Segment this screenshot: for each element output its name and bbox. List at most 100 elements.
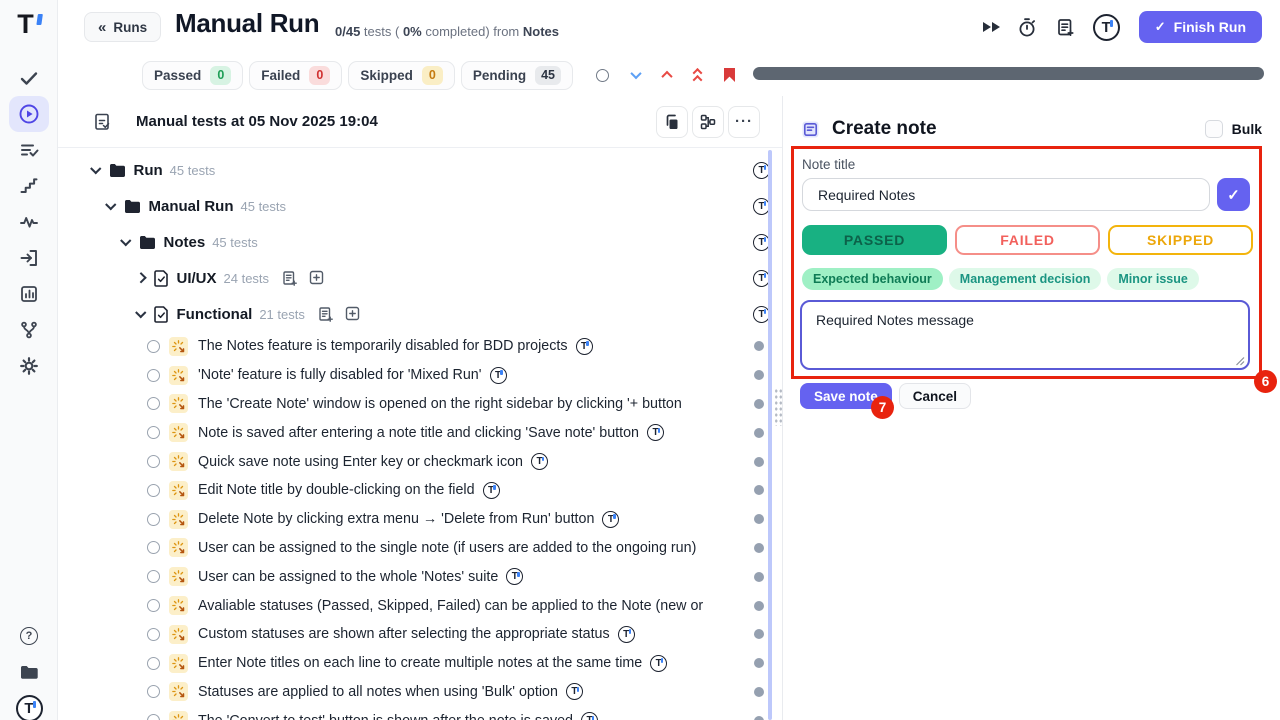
- add-note-icon[interactable]: [318, 306, 334, 323]
- failed-status-button[interactable]: FAILED: [955, 225, 1100, 255]
- testomat-badge-icon[interactable]: T: [483, 482, 500, 499]
- cancel-button[interactable]: Cancel: [899, 383, 971, 409]
- test-row[interactable]: Avaliable statuses (Passed, Skipped, Fai…: [58, 591, 782, 620]
- test-row[interactable]: User can be assigned to the single note …: [58, 534, 782, 563]
- chevron-down-icon[interactable]: [90, 163, 101, 174]
- sidebar-item-branches[interactable]: [9, 312, 49, 348]
- test-status-circle-icon[interactable]: [147, 541, 160, 554]
- test-title[interactable]: Edit Note title by double-clicking on th…: [198, 482, 475, 498]
- more-options-icon[interactable]: ···: [728, 106, 760, 138]
- sidebar-item-steps[interactable]: [9, 168, 49, 204]
- sidebar-item-import[interactable]: [9, 240, 49, 276]
- bulk-toggle[interactable]: Bulk: [1205, 120, 1262, 138]
- double-chevron-up-icon[interactable]: [694, 68, 701, 82]
- tag-management-decision[interactable]: Management decision: [949, 268, 1102, 290]
- test-status-circle-icon[interactable]: [147, 628, 160, 641]
- chevron-right-icon[interactable]: [135, 273, 146, 284]
- add-note-icon[interactable]: [1055, 17, 1076, 38]
- filter-failed-button[interactable]: Failed0: [249, 61, 342, 90]
- circle-status-icon[interactable]: [596, 69, 609, 82]
- test-title[interactable]: Custom statuses are shown after selectin…: [198, 626, 610, 642]
- test-title[interactable]: The 'Create Note' window is opened on th…: [198, 396, 682, 412]
- sidebar-item-runs[interactable]: [9, 96, 49, 132]
- tree-node-label[interactable]: Notes: [164, 234, 206, 251]
- skipped-status-button[interactable]: SKIPPED: [1108, 225, 1253, 255]
- test-row[interactable]: Quick save note using Enter key or check…: [58, 447, 782, 476]
- finish-run-button[interactable]: ✓ Finish Run: [1139, 11, 1262, 43]
- test-row[interactable]: 'Note' feature is fully disabled for 'Mi…: [58, 361, 782, 390]
- test-row[interactable]: Delete Note by clicking extra menu → 'De…: [58, 505, 782, 534]
- chevron-up-icon[interactable]: [661, 71, 672, 82]
- test-status-circle-icon[interactable]: [147, 657, 160, 670]
- passed-status-button[interactable]: PASSED: [802, 225, 947, 255]
- test-status-circle-icon[interactable]: [147, 513, 160, 526]
- testomat-badge-icon[interactable]: T: [490, 367, 507, 384]
- clipboard-check-icon[interactable]: [93, 112, 111, 131]
- test-status-circle-icon[interactable]: [147, 455, 160, 468]
- testomat-badge-icon[interactable]: T: [576, 338, 593, 355]
- test-status-circle-icon[interactable]: [147, 599, 160, 612]
- filter-skipped-button[interactable]: Skipped0: [348, 61, 455, 90]
- tree-node-manual-run[interactable]: Manual Run 45 tests T: [58, 188, 782, 224]
- tree-node-label[interactable]: Functional: [177, 306, 253, 323]
- test-title[interactable]: Avaliable statuses (Passed, Skipped, Fai…: [198, 598, 703, 614]
- test-status-circle-icon[interactable]: [147, 484, 160, 497]
- test-row[interactable]: Note is saved after entering a note titl…: [58, 418, 782, 447]
- filter-passed-button[interactable]: Passed0: [142, 61, 243, 90]
- testomat-badge-icon[interactable]: T: [506, 568, 523, 585]
- test-status-circle-icon[interactable]: [147, 340, 160, 353]
- tree-node-notes[interactable]: Notes 45 tests T: [58, 224, 782, 260]
- testomat-badge-icon[interactable]: T: [647, 424, 664, 441]
- tree-node-label[interactable]: Run: [134, 162, 163, 179]
- tree-node-run[interactable]: Run 45 tests T: [58, 152, 782, 188]
- profile-badge-icon[interactable]: T: [1093, 14, 1120, 41]
- help-icon[interactable]: ?: [9, 618, 49, 654]
- chevron-down-icon[interactable]: [135, 307, 146, 318]
- tree-structure-icon[interactable]: [692, 106, 724, 138]
- testomat-badge-icon[interactable]: T: [566, 683, 583, 700]
- filter-pending-button[interactable]: Pending45: [461, 61, 573, 90]
- test-title[interactable]: Note is saved after entering a note titl…: [198, 425, 639, 441]
- quick-save-check-button[interactable]: ✓: [1217, 178, 1250, 211]
- copy-icon[interactable]: [656, 106, 688, 138]
- test-status-circle-icon[interactable]: [147, 397, 160, 410]
- test-title[interactable]: The 'Convert to test' button is shown af…: [198, 713, 573, 720]
- run-title[interactable]: Manual tests at 05 Nov 2025 19:04: [136, 113, 378, 130]
- textarea-resize-grip[interactable]: [1235, 356, 1245, 366]
- add-test-icon[interactable]: [345, 306, 360, 323]
- testomat-badge-icon[interactable]: T: [531, 453, 548, 470]
- panel-resize-handle[interactable]: [774, 388, 783, 426]
- test-row[interactable]: User can be assigned to the whole 'Notes…: [58, 562, 782, 591]
- chevron-down-icon[interactable]: [630, 68, 641, 79]
- test-status-circle-icon[interactable]: [147, 714, 160, 720]
- chevron-down-icon[interactable]: [120, 235, 131, 246]
- fast-forward-icon[interactable]: [983, 22, 1000, 32]
- test-title[interactable]: User can be assigned to the single note …: [198, 540, 696, 556]
- sidebar-item-activity[interactable]: [9, 204, 49, 240]
- test-title[interactable]: Enter Note titles on each line to create…: [198, 655, 642, 671]
- tree-node-uiux[interactable]: UI/UX 24 tests T: [58, 260, 782, 296]
- tree-node-label[interactable]: UI/UX: [177, 270, 217, 287]
- test-row[interactable]: The 'Convert to test' button is shown af…: [58, 706, 782, 720]
- test-row[interactable]: Custom statuses are shown after selectin…: [58, 620, 782, 649]
- stopwatch-icon[interactable]: [1017, 17, 1038, 38]
- tree-node-functional[interactable]: Functional 21 tests T: [58, 296, 782, 332]
- test-title[interactable]: 'Note' feature is fully disabled for 'Mi…: [198, 367, 482, 383]
- sidebar-item-settings[interactable]: [9, 348, 49, 384]
- test-status-circle-icon[interactable]: [147, 570, 160, 583]
- tag-minor-issue[interactable]: Minor issue: [1107, 268, 1198, 290]
- tree-scrollbar[interactable]: [768, 150, 772, 720]
- sidebar-item-test-cases[interactable]: [9, 132, 49, 168]
- bulk-checkbox[interactable]: [1205, 120, 1223, 138]
- testomat-badge-icon[interactable]: T: [602, 511, 619, 528]
- test-title[interactable]: Delete Note by clicking extra menu → 'De…: [198, 511, 594, 527]
- testomat-logo[interactable]: T: [0, 8, 58, 40]
- test-title[interactable]: Statuses are applied to all notes when u…: [198, 684, 558, 700]
- test-row[interactable]: Statuses are applied to all notes when u…: [58, 678, 782, 707]
- test-status-circle-icon[interactable]: [147, 685, 160, 698]
- test-status-circle-icon[interactable]: [147, 369, 160, 382]
- test-row[interactable]: The Notes feature is temporarily disable…: [58, 332, 782, 361]
- tree-node-label[interactable]: Manual Run: [149, 198, 234, 215]
- add-test-icon[interactable]: [309, 270, 324, 287]
- test-title[interactable]: Quick save note using Enter key or check…: [198, 454, 523, 470]
